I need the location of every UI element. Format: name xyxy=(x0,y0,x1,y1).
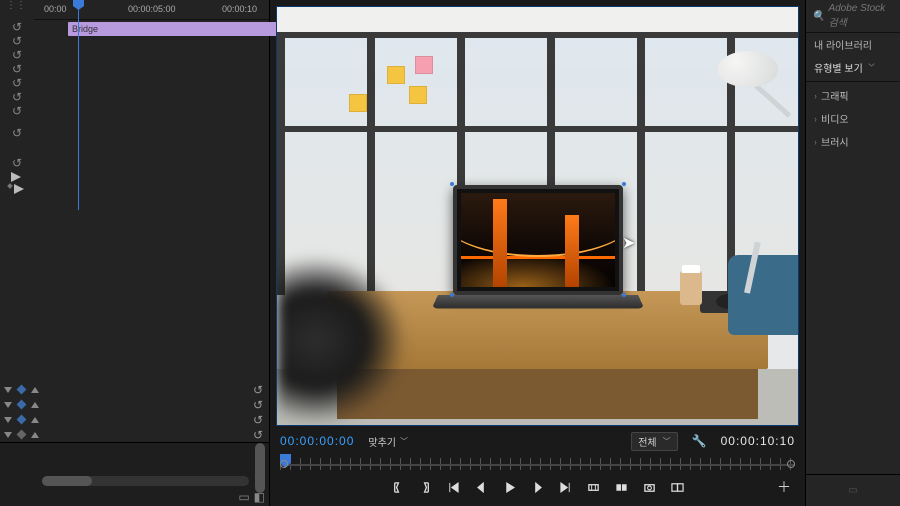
reset-button[interactable]: ↺ xyxy=(0,126,34,140)
reset-button[interactable]: ↺ xyxy=(0,156,34,170)
mini-playhead[interactable] xyxy=(78,0,79,210)
library-group[interactable]: ›브러시 xyxy=(806,130,900,153)
reset-button[interactable]: ↺ xyxy=(253,383,263,397)
reset-button[interactable]: ↺ xyxy=(0,62,34,76)
search-icon: 🔍 xyxy=(812,11,824,22)
sequence-duration: 00:00:10:10 xyxy=(721,434,795,448)
reset-button[interactable]: ↺ xyxy=(0,48,34,62)
button-editor-icon[interactable]: ＋ xyxy=(777,477,791,497)
selected-clip-overlay[interactable] xyxy=(438,185,638,317)
timeline-tool-icon[interactable]: ▭ xyxy=(238,490,249,504)
mouse-cursor-icon: ➤ xyxy=(622,233,635,253)
reset-button[interactable]: ↺ xyxy=(0,20,34,34)
mini-timeline-hscroll[interactable] xyxy=(42,476,249,486)
library-dropdown[interactable]: 내 라이브러리 xyxy=(806,33,900,56)
clip-bar[interactable]: Bridge xyxy=(68,22,293,36)
extract-icon[interactable] xyxy=(615,480,629,494)
program-scrub-bar[interactable] xyxy=(280,454,795,474)
program-monitor[interactable]: ➤ xyxy=(276,6,799,426)
export-frame-icon[interactable] xyxy=(643,480,657,494)
library-group[interactable]: ›그래픽 xyxy=(806,84,900,107)
lift-icon[interactable] xyxy=(587,480,601,494)
stock-search-input[interactable]: 🔍 Adobe Stock 검색 xyxy=(806,0,900,33)
transform-handle[interactable] xyxy=(622,293,626,297)
reset-button[interactable]: ↺ xyxy=(0,104,34,118)
reset-button[interactable]: ↺ xyxy=(253,398,263,412)
keyframe-row[interactable]: ↺ xyxy=(0,382,269,397)
panel-grip-icon[interactable]: ⋮⋮ xyxy=(6,0,16,11)
video-frame: ➤ xyxy=(277,7,798,425)
reset-button[interactable]: ↺ xyxy=(0,76,34,90)
chevron-right-icon: › xyxy=(814,114,816,124)
reset-button[interactable]: ↺ xyxy=(0,90,34,104)
view-by-dropdown[interactable]: 유형별 보기 ﹀ xyxy=(806,56,900,79)
comparison-view-icon[interactable] xyxy=(671,480,685,494)
ruler-tick: 00:00:10 xyxy=(222,4,257,14)
effect-mini-timeline[interactable]: 00:00 00:00:05:00 00:00:10 Bridge xyxy=(34,0,269,210)
step-forward-icon[interactable] xyxy=(531,480,545,494)
chevron-down-icon: ﹀ xyxy=(400,436,408,447)
mini-timeline-vscroll[interactable] xyxy=(255,443,265,476)
transform-handle[interactable] xyxy=(450,293,454,297)
reset-button[interactable]: ↺ xyxy=(253,413,263,427)
effect-controls-panel: ⋮⋮ ↺ ↺ ↺ ↺ ↺ ↺ ↺ ↺ ↺ 00:00 00:00:05:00 xyxy=(0,0,270,506)
ruler-tick: 00:00 xyxy=(44,4,67,14)
transform-handle[interactable] xyxy=(450,182,454,186)
current-timecode[interactable]: 00:00:00:00 xyxy=(280,434,354,448)
transform-handle[interactable] xyxy=(622,182,626,186)
mark-in-icon[interactable] xyxy=(391,480,405,494)
chevron-right-icon: › xyxy=(814,137,816,147)
transport-controls: ＋ xyxy=(280,474,795,500)
mini-timeline-ruler[interactable]: 00:00 00:00:05:00 00:00:10 xyxy=(34,0,269,20)
resolution-dropdown[interactable]: 전체 ﹀ xyxy=(631,432,677,451)
zoom-fit-dropdown[interactable]: 맞추기 ﹀ xyxy=(368,434,408,449)
effect-playback-toggle[interactable] xyxy=(2,172,30,194)
reset-button[interactable]: ↺ xyxy=(0,34,34,48)
chevron-down-icon: ﹀ xyxy=(663,436,671,447)
play-icon[interactable] xyxy=(503,480,517,494)
mark-out-icon[interactable] xyxy=(419,480,433,494)
timeline-tool-icon[interactable]: ◧ xyxy=(254,490,265,504)
go-to-in-icon[interactable] xyxy=(447,480,461,494)
keyframe-row[interactable]: ↺ xyxy=(0,412,269,427)
program-monitor-panel: ➤ 00:00:00:00 맞추기 ﹀ 전체 ﹀ 🔧 00:00:10:10 xyxy=(270,0,806,506)
ruler-tick: 00:00:05:00 xyxy=(128,4,176,14)
libraries-footer: ▭ xyxy=(806,474,900,506)
reset-button[interactable]: ↺ xyxy=(253,428,263,442)
go-to-out-icon[interactable] xyxy=(559,480,573,494)
keyframe-row[interactable]: ↺ xyxy=(0,427,269,442)
chevron-right-icon: › xyxy=(814,91,816,101)
library-group[interactable]: ›비디오 xyxy=(806,107,900,130)
keyframe-row[interactable]: ↺ xyxy=(0,397,269,412)
libraries-panel: 🔍 Adobe Stock 검색 내 라이브러리 유형별 보기 ﹀ ›그래픽 ›… xyxy=(806,0,900,506)
step-back-icon[interactable] xyxy=(475,480,489,494)
chevron-down-icon: ﹀ xyxy=(868,61,874,74)
settings-wrench-icon[interactable]: 🔧 xyxy=(692,434,707,448)
